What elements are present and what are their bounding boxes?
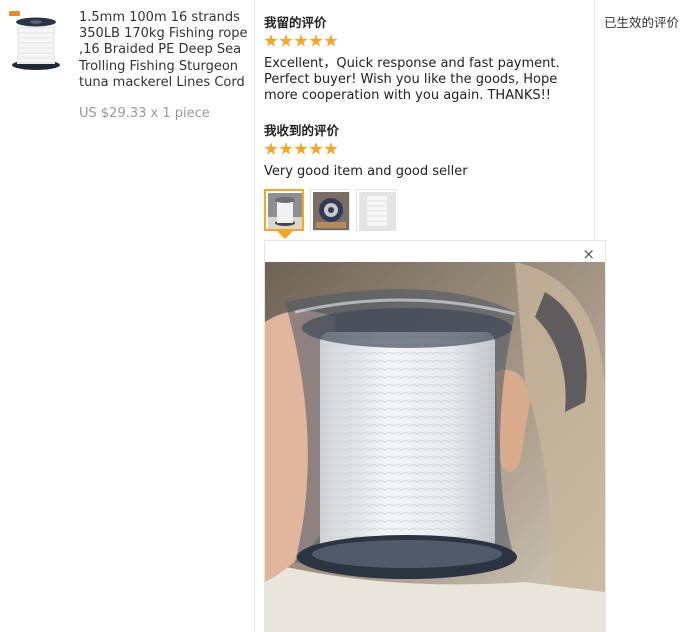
spool-photo-image — [265, 262, 605, 632]
star-icon — [279, 142, 293, 155]
status-label: 已生效的评价 — [604, 15, 680, 30]
enlarged-review-photo — [265, 262, 605, 632]
received-review-text: Very good item and good seller — [264, 164, 468, 179]
my-review-text: Excellent，Quick response and fast paymen… — [264, 56, 560, 104]
product-price: US $29.33 x 1 piece — [79, 106, 210, 121]
photo-thumbnail-2[interactable] — [310, 189, 350, 231]
star-icon — [264, 34, 278, 47]
photo-thumbnail-1[interactable] — [264, 189, 304, 231]
product-thumbnail[interactable] — [8, 10, 64, 72]
photo-thumbnail-3[interactable] — [356, 189, 396, 231]
star-icon — [264, 142, 278, 155]
star-icon — [324, 34, 338, 47]
review-photo-thumbnails — [264, 189, 396, 231]
column-divider-left — [254, 0, 255, 632]
star-icon — [279, 34, 293, 47]
photo-3-image — [359, 192, 395, 230]
star-icon — [324, 142, 338, 155]
star-icon — [294, 142, 308, 155]
photo-viewer: × — [264, 240, 606, 632]
my-review-heading: 我留的评价 — [264, 15, 327, 30]
received-review-stars — [264, 142, 338, 156]
selected-thumbnail-pointer — [277, 231, 293, 239]
photo-2-image — [313, 192, 349, 230]
star-icon — [294, 34, 308, 47]
my-review-stars — [264, 34, 338, 48]
received-review-heading: 我收到的评价 — [264, 123, 340, 138]
close-icon[interactable]: × — [582, 245, 595, 263]
star-icon — [309, 34, 323, 47]
spool-icon — [8, 10, 64, 72]
star-icon — [309, 142, 323, 155]
photo-1-image — [268, 193, 302, 229]
product-title[interactable]: 1.5mm 100m 16 strands 350LB 170kg Fishin… — [79, 10, 249, 91]
